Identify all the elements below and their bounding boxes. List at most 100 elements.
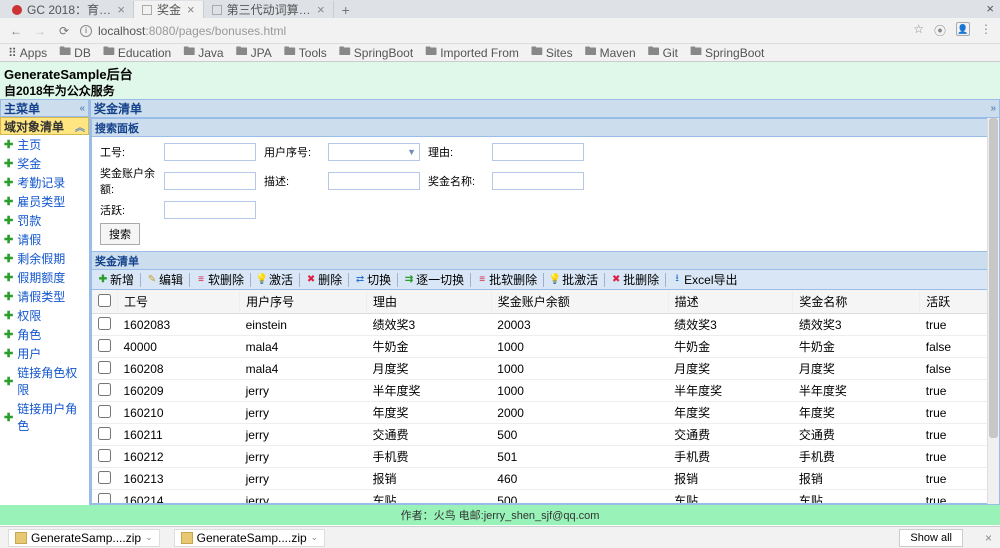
sidebar-item[interactable]: ✚奖金	[0, 154, 89, 173]
close-download-bar[interactable]: ×	[985, 531, 992, 545]
chevron-up-icon[interactable]: ︽	[75, 119, 85, 134]
bookmark-folder[interactable]: 🖿Maven	[585, 42, 636, 63]
download-item[interactable]: GenerateSamp....zip⌄	[174, 529, 326, 547]
table-row[interactable]: 160209jerry半年度奖1000半年度奖半年度奖true	[92, 380, 998, 402]
column-header[interactable]: 奖金账户余额	[491, 290, 668, 314]
edit-button[interactable]: ✎编辑	[145, 271, 185, 288]
column-header[interactable]: 用户序号	[240, 290, 367, 314]
input-desc[interactable]	[328, 172, 420, 190]
forward-button[interactable]: →	[32, 23, 48, 39]
select-all-checkbox[interactable]	[98, 294, 111, 307]
apps-button[interactable]: ⠿ Apps	[8, 46, 47, 60]
url-field[interactable]: i localhost:8080/pages/bonuses.html	[80, 24, 913, 38]
bookmark-folder[interactable]: 🖿SpringBoot	[339, 42, 413, 63]
add-button[interactable]: ✚新增	[96, 271, 136, 288]
bookmark-folder[interactable]: 🖿Imported From	[425, 42, 519, 63]
bookmark-folder[interactable]: 🖿Java	[183, 42, 223, 63]
new-tab-button[interactable]: +	[334, 2, 358, 18]
tab-2[interactable]: 第三代动词算子式代码生×	[204, 1, 334, 18]
column-header[interactable]: 描述	[668, 290, 793, 314]
toggle-each-button[interactable]: ⇉逐一切换	[402, 271, 466, 288]
sidebar-link[interactable]: 剩余假期	[17, 250, 65, 267]
bookmark-folder[interactable]: 🖿Education	[103, 42, 171, 63]
column-header[interactable]: 工号	[118, 290, 240, 314]
sidebar-link[interactable]: 链接用户角色	[17, 400, 85, 434]
sidebar-item[interactable]: ✚剩余假期	[0, 249, 89, 268]
reload-button[interactable]: ⟳	[56, 23, 72, 39]
sidebar-link[interactable]: 雇员类型	[17, 193, 65, 210]
row-checkbox[interactable]	[98, 427, 111, 440]
input-balance[interactable]	[164, 172, 256, 190]
sidebar-item[interactable]: ✚考勤记录	[0, 173, 89, 192]
sidebar-item[interactable]: ✚主页	[0, 135, 89, 154]
sidebar-link[interactable]: 考勤记录	[17, 174, 65, 191]
menu-icon[interactable]: ⋮	[980, 22, 992, 39]
table-row[interactable]: 160208mala4月度奖1000月度奖月度奖false	[92, 358, 998, 380]
row-checkbox[interactable]	[98, 405, 111, 418]
sidebar-item[interactable]: ✚链接用户角色	[0, 399, 89, 435]
bookmark-folder[interactable]: 🖿Git	[648, 42, 678, 63]
input-reason[interactable]	[492, 143, 584, 161]
delete-button[interactable]: ✖删除	[304, 271, 344, 288]
table-row[interactable]: 160213jerry报销460报销报销true	[92, 468, 998, 490]
table-row[interactable]: 160214jerry车贴500车贴车贴true	[92, 490, 998, 504]
table-row[interactable]: 1602083einstein绩效奖320003绩效奖3绩效奖3true	[92, 314, 998, 336]
row-checkbox[interactable]	[98, 493, 111, 504]
bookmark-folder[interactable]: 🖿JPA	[236, 42, 272, 63]
column-header[interactable]: 活跃	[920, 290, 998, 314]
scrollbar[interactable]	[987, 118, 999, 504]
sidebar-item[interactable]: ✚用户	[0, 344, 89, 363]
sidebar-link[interactable]: 罚款	[17, 212, 41, 229]
table-row[interactable]: 160211jerry交通费500交通费交通费true	[92, 424, 998, 446]
site-info-icon[interactable]: i	[80, 25, 92, 37]
sidebar-link[interactable]: 请假类型	[17, 288, 65, 305]
column-header[interactable]: 奖金名称	[793, 290, 920, 314]
domain-menu-header[interactable]: 域对象清单︽	[0, 117, 89, 135]
profile-icon[interactable]: 👤	[956, 22, 970, 36]
scrollbar-thumb[interactable]	[989, 118, 998, 438]
row-checkbox[interactable]	[98, 317, 111, 330]
sidebar-link[interactable]: 请假	[17, 231, 41, 248]
window-close-icon[interactable]: ×	[986, 1, 994, 16]
download-item[interactable]: GenerateSamp....zip⌄	[8, 529, 160, 547]
batch-delete-button[interactable]: ✖批删除	[609, 271, 661, 288]
sidebar-link[interactable]: 角色	[17, 326, 41, 343]
batch-activate-button[interactable]: 💡批激活	[548, 271, 600, 288]
row-checkbox[interactable]	[98, 361, 111, 374]
input-bonus-name[interactable]	[492, 172, 584, 190]
close-icon[interactable]: ×	[317, 3, 325, 16]
star-icon[interactable]: ☆	[913, 22, 924, 39]
sidebar-item[interactable]: ✚链接角色权限	[0, 363, 89, 399]
row-checkbox[interactable]	[98, 471, 111, 484]
search-button[interactable]: 搜索	[100, 223, 140, 245]
table-row[interactable]: 160210jerry年度奖2000年度奖年度奖true	[92, 402, 998, 424]
excel-export-button[interactable]: ⭳Excel导出	[670, 271, 739, 288]
bookmark-folder[interactable]: 🖿Sites	[531, 42, 573, 63]
tab-0[interactable]: GC 2018：育碧新作《纪元×	[4, 1, 134, 18]
sidebar-item[interactable]: ✚请假类型	[0, 287, 89, 306]
row-checkbox[interactable]	[98, 339, 111, 352]
bookmark-folder[interactable]: 🖿Tools	[284, 42, 327, 63]
chevron-down-icon[interactable]: ⌄	[311, 532, 319, 543]
column-header[interactable]: 理由	[366, 290, 491, 314]
back-button[interactable]: ←	[8, 23, 24, 39]
collapse-left-icon[interactable]: «	[79, 103, 85, 114]
input-worker-id[interactable]	[164, 143, 256, 161]
sidebar-item[interactable]: ✚角色	[0, 325, 89, 344]
sidebar-item[interactable]: ✚假期额度	[0, 268, 89, 287]
collapse-right-icon[interactable]: »	[990, 103, 996, 114]
row-checkbox[interactable]	[98, 449, 111, 462]
sidebar-item[interactable]: ✚请假	[0, 230, 89, 249]
activate-button[interactable]: 💡激活	[255, 271, 295, 288]
sidebar-item[interactable]: ✚雇员类型	[0, 192, 89, 211]
batch-soft-delete-button[interactable]: ≡批软删除	[475, 271, 539, 288]
chevron-down-icon[interactable]: ⌄	[145, 532, 153, 543]
sidebar-link[interactable]: 假期额度	[17, 269, 65, 286]
sidebar-link[interactable]: 权限	[17, 307, 41, 324]
close-icon[interactable]: ×	[117, 3, 125, 16]
table-row[interactable]: 160212jerry手机费501手机费手机费true	[92, 446, 998, 468]
input-active[interactable]	[164, 201, 256, 219]
combo-user-seq[interactable]: ▼	[328, 143, 420, 161]
main-menu-header[interactable]: 主菜单«	[0, 99, 89, 117]
extension-icon[interactable]: ⦿	[934, 22, 946, 39]
